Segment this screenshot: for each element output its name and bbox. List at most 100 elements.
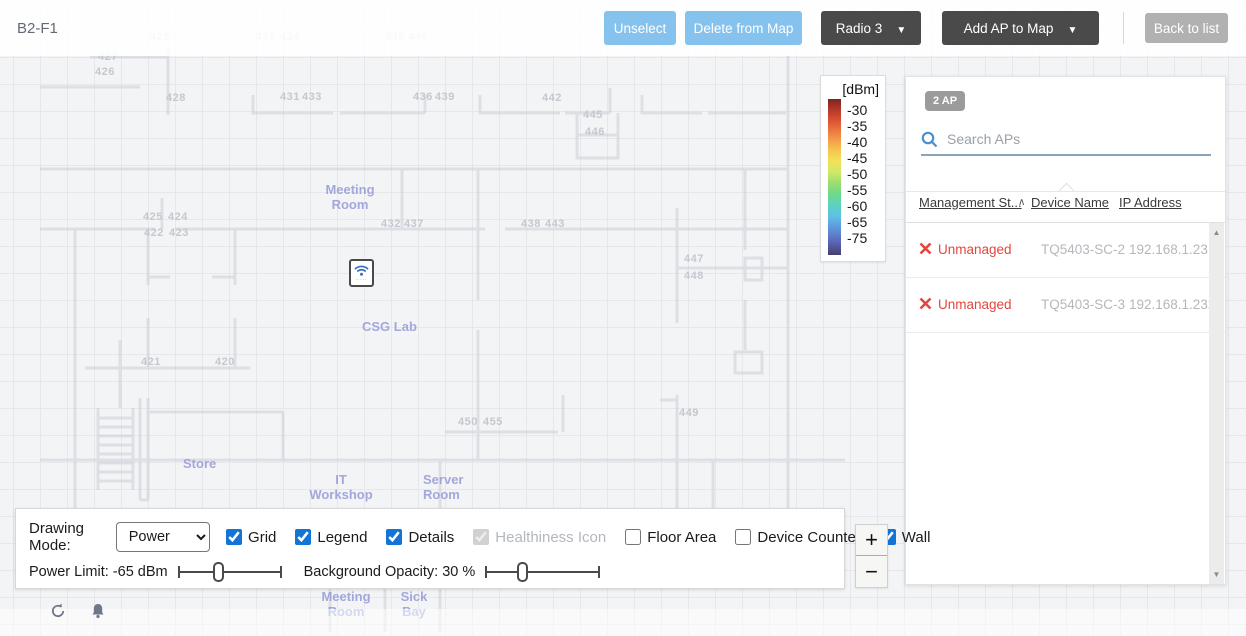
chevron-down-icon: ▼ (896, 24, 907, 36)
ap-table-row[interactable]: Unmanaged TQ5403-SC-2 192.168.1.231 (906, 223, 1225, 278)
room-label-store: Store (183, 456, 217, 471)
ap-count-badge: 2 AP (925, 91, 966, 111)
room-label-server-room: Server Room (423, 472, 464, 502)
room-number: 439 (435, 91, 455, 103)
legend-tick: -35 (847, 118, 868, 134)
slider-tick (598, 566, 601, 578)
notification-bell-icon[interactable] (88, 601, 108, 621)
room-number: 421 (141, 356, 161, 368)
radio-select-label: Radio 3 (835, 20, 883, 36)
room-number: 424 (168, 211, 188, 223)
details-checkbox[interactable] (386, 529, 403, 545)
map-zoom-controls: + − (855, 524, 888, 588)
checkbox-floor-area[interactable]: Floor Area (625, 529, 716, 546)
legend-tick: -40 (847, 134, 868, 150)
legend-title: [dBm] (842, 81, 879, 97)
sort-ascending-icon: ∧ (1018, 197, 1026, 208)
checkbox-healthiness-icon: Healthiness Icon (473, 529, 606, 546)
legend-gradient-bar (828, 99, 841, 255)
management-status: Unmanaged (938, 242, 1012, 257)
device-counter-checkbox[interactable] (735, 529, 752, 545)
legend-checkbox[interactable] (295, 529, 312, 545)
room-number: 420 (215, 356, 235, 368)
ip-address: 192.168.1.231 (1129, 242, 1216, 257)
delete-from-map-button[interactable]: Delete from Map (685, 11, 802, 45)
room-number: 423 (169, 227, 189, 239)
checkbox-details[interactable]: Details (386, 529, 454, 546)
room-number: 449 (679, 407, 699, 419)
healthiness-icon-checkbox (473, 529, 490, 545)
top-toolbar: B2-F1 Unselect Delete from Map Radio 3 ▼ … (0, 0, 1246, 56)
room-number: 432 (381, 218, 401, 230)
ap-table-row[interactable]: Unmanaged TQ5403-SC-3 192.168.1.232 (906, 278, 1225, 333)
grid-checkbox[interactable] (226, 529, 243, 545)
add-ap-to-map-button[interactable]: Add AP to Map ▼ (942, 11, 1099, 45)
search-aps-input[interactable] (947, 131, 1197, 147)
legend-tick: -65 (847, 214, 868, 230)
column-device-name[interactable]: Device Name (1031, 195, 1109, 210)
room-number: 447 (684, 253, 704, 265)
power-limit-slider[interactable] (177, 562, 282, 582)
slider-track[interactable] (485, 571, 601, 573)
slider-track[interactable] (177, 571, 282, 573)
room-number: 433 (302, 91, 322, 103)
toolbar-divider (1123, 12, 1124, 44)
checkbox-device-counter[interactable]: Device Counter (735, 528, 861, 546)
slider-tick (279, 566, 282, 578)
room-number: 442 (542, 92, 562, 104)
floor-title: B2-F1 (17, 19, 58, 37)
drawing-mode-label: Drawing Mode: (29, 520, 85, 554)
legend-tick: -60 (847, 198, 868, 214)
room-number: 425 (143, 211, 163, 223)
room-label-it-workshop: IT Workshop (309, 472, 373, 502)
checkbox-legend[interactable]: Legend (295, 529, 367, 546)
drawing-mode-select[interactable]: Power (115, 522, 211, 552)
floor-map-canvas[interactable]: 427 426 429 430 434 435 440 428 431 433 … (0, 0, 1246, 636)
room-label-meeting-room: Meeting Room (325, 182, 375, 212)
unselect-button[interactable]: Unselect (604, 11, 676, 45)
device-counter-checkbox-label: Device Counter (757, 528, 861, 546)
zoom-out-button[interactable]: − (856, 556, 887, 587)
slider-tick (177, 566, 180, 578)
room-number: 438 (521, 218, 541, 230)
power-limit-label: Power Limit: -65 dBm (29, 564, 168, 580)
power-limit-slider-handle[interactable] (212, 562, 224, 582)
background-opacity-label: Background Opacity: 30 % (303, 564, 476, 580)
add-ap-label: Add AP to Map (963, 20, 1054, 36)
room-number: 422 (144, 227, 164, 239)
legend-checkbox-label: Legend (317, 528, 368, 546)
panel-scrollbar[interactable]: ▲ ▼ (1209, 223, 1224, 584)
back-to-list-button[interactable]: Back to list (1145, 13, 1228, 43)
column-management-status[interactable]: Management St... (919, 195, 1022, 210)
legend-tick: -30 (847, 102, 868, 118)
room-number: 431 (280, 91, 300, 103)
legend-tick: -50 (847, 166, 868, 182)
ap-table-header: Management St... ∧ Device Name IP Addres… (906, 195, 1225, 223)
scroll-up-icon[interactable]: ▲ (1209, 225, 1224, 240)
chevron-down-icon: ▼ (1067, 24, 1078, 36)
legend-tick: -55 (847, 182, 868, 198)
floor-area-checkbox[interactable] (625, 529, 642, 545)
room-number: 445 (583, 109, 603, 121)
background-opacity-slider-handle[interactable] (517, 562, 529, 582)
ap-marker-caption: ..... (355, 276, 368, 282)
bottom-status-bar (0, 603, 1246, 636)
checkbox-grid[interactable]: Grid (226, 529, 276, 546)
refresh-icon[interactable] (48, 601, 68, 621)
slider-tick (485, 566, 488, 578)
ap-list-panel: 2 AP Management St... ∧ Device Name IP A… (905, 76, 1226, 585)
zoom-in-button[interactable]: + (856, 525, 887, 556)
room-number: 437 (404, 218, 424, 230)
radio-select-button[interactable]: Radio 3 ▼ (821, 11, 921, 45)
device-name: TQ5403-SC-3 (1041, 297, 1126, 312)
device-name: TQ5403-SC-2 (1041, 242, 1126, 257)
column-ip-address[interactable]: IP Address (1119, 195, 1182, 210)
grid-checkbox-label: Grid (248, 528, 277, 546)
background-opacity-slider[interactable] (485, 562, 601, 582)
legend-tick: -75 (847, 230, 868, 246)
room-number: 446 (585, 126, 605, 138)
room-label-csg-lab: CSG Lab (362, 319, 417, 334)
scroll-down-icon[interactable]: ▼ (1209, 567, 1224, 582)
ap-map-marker[interactable]: ..... (349, 259, 374, 287)
management-status: Unmanaged (938, 297, 1012, 312)
